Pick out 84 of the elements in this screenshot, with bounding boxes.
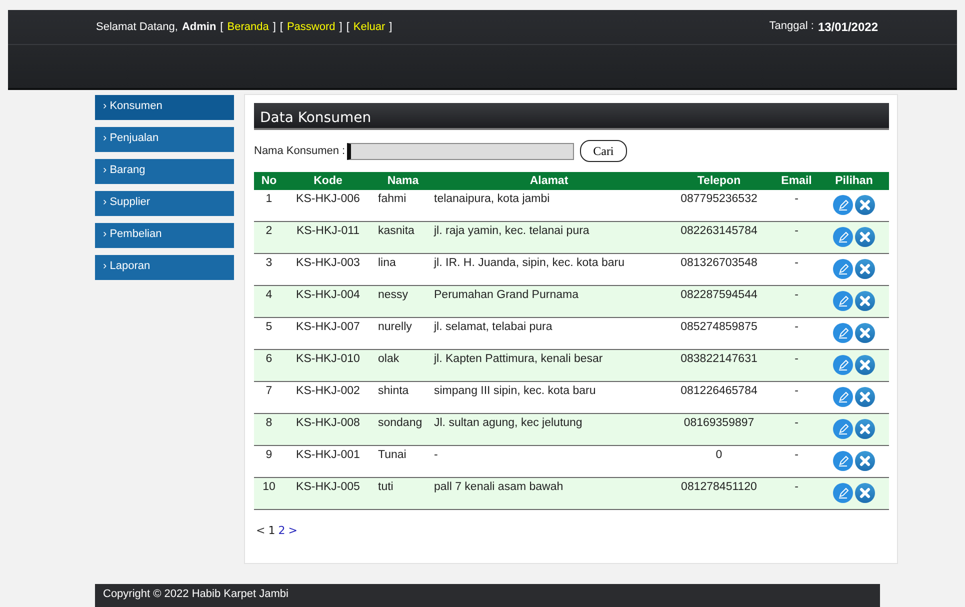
page-link[interactable]: 1 [268, 524, 276, 537]
nav-link[interactable]: Beranda [227, 21, 269, 33]
table-cell: KS-HKJ-010 [284, 350, 372, 382]
edit-icon[interactable] [833, 387, 853, 407]
column-header: Email [774, 172, 819, 190]
table-cell: 10 [254, 478, 284, 510]
column-header: Pilihan [819, 172, 889, 190]
table-cell: 082263145784 [664, 222, 774, 254]
table-cell: kasnita [372, 222, 434, 254]
bracket-text: [ [220, 21, 224, 33]
table-cell: 083822147631 [664, 350, 774, 382]
table-cell: 081278451120 [664, 478, 774, 510]
delete-icon[interactable] [855, 387, 875, 407]
column-header: No [254, 172, 284, 190]
delete-icon[interactable] [855, 419, 875, 439]
table-cell: KS-HKJ-004 [284, 286, 372, 318]
greeting-text: Selamat Datang, [96, 21, 178, 33]
table-cell: 8 [254, 414, 284, 446]
bracket-text: [ [346, 21, 350, 33]
user-name: Admin [182, 21, 216, 33]
column-header: Alamat [434, 172, 664, 190]
column-header: Nama [372, 172, 434, 190]
column-header: Kode [284, 172, 372, 190]
delete-icon[interactable] [855, 259, 875, 279]
table-cell: 082287594544 [664, 286, 774, 318]
table-cell: jl. Kapten Pattimura, kenali besar [434, 350, 664, 382]
nav-link[interactable]: Password [286, 21, 336, 33]
table-cell: 6 [254, 350, 284, 382]
table-cell: - [774, 286, 819, 318]
copyright-text: Copyright © 2022 Habib Karpet Jambi [102, 587, 288, 600]
table-cell: sondang [372, 414, 434, 446]
table-cell: tuti [372, 478, 434, 510]
sidebar-item[interactable]: › Supplier [95, 191, 234, 216]
table-cell: KS-HKJ-011 [284, 222, 372, 254]
sidebar-item[interactable]: › Laporan [95, 255, 234, 280]
table-cell: KS-HKJ-008 [284, 414, 372, 446]
table-cell: - [774, 414, 819, 446]
date-label: Tanggal : [769, 20, 814, 34]
table-cell: - [774, 222, 819, 254]
sidebar-item[interactable]: › Pembelian [95, 223, 234, 248]
table-cell: 08169359897 [664, 414, 774, 446]
edit-icon[interactable] [833, 195, 853, 215]
page-link[interactable]: 2 [278, 524, 286, 537]
bracket-text: ] [389, 21, 392, 33]
table-cell: pall 7 kenali asam bawah [434, 478, 664, 510]
table-cell: Perumahan Grand Purnama [434, 286, 664, 318]
edit-icon[interactable] [833, 259, 853, 279]
table-cell: olak [372, 350, 434, 382]
edit-icon[interactable] [833, 483, 853, 503]
delete-icon[interactable] [855, 227, 875, 247]
edit-icon[interactable] [833, 355, 853, 375]
column-header: Telepon [664, 172, 774, 190]
delete-icon[interactable] [855, 195, 875, 215]
edit-icon[interactable] [833, 291, 853, 311]
nav-link[interactable]: Keluar [353, 21, 386, 33]
bracket-text: [ [280, 21, 283, 33]
bracket-text: ] [339, 21, 342, 33]
edit-icon[interactable] [833, 451, 853, 471]
table-cell: Jl. sultan agung, kec jelutung [434, 414, 664, 446]
delete-icon[interactable] [855, 451, 875, 471]
table-cell: 4 [254, 286, 284, 318]
table-cell: - [774, 478, 819, 510]
sidebar-item[interactable]: › Barang [95, 159, 234, 184]
page-link[interactable]: > [288, 524, 298, 537]
delete-icon[interactable] [855, 483, 875, 503]
sidebar-item[interactable]: › Penjualan [95, 127, 234, 152]
delete-icon[interactable] [855, 323, 875, 343]
search-field[interactable] [347, 142, 574, 160]
search-label: Nama Konsumen : [254, 145, 346, 157]
edit-icon[interactable] [833, 323, 853, 343]
sidebar-item[interactable]: › Konsumen [95, 95, 234, 120]
date-value: 13/01/2022 [818, 20, 878, 34]
edit-icon[interactable] [833, 227, 853, 247]
bracket-text: ] [272, 21, 276, 33]
table-cell: - [774, 350, 819, 382]
table-cell: nessy [372, 286, 434, 318]
panel-title: Data Konsumen [254, 103, 889, 130]
search-button[interactable]: Cari [580, 140, 627, 162]
delete-icon[interactable] [855, 291, 875, 311]
edit-icon[interactable] [833, 419, 853, 439]
table-cell: jl. raja yamin, kec. telanai pura [434, 222, 664, 254]
delete-icon[interactable] [855, 355, 875, 375]
table-cell: KS-HKJ-005 [284, 478, 372, 510]
table-cell: 2 [254, 222, 284, 254]
